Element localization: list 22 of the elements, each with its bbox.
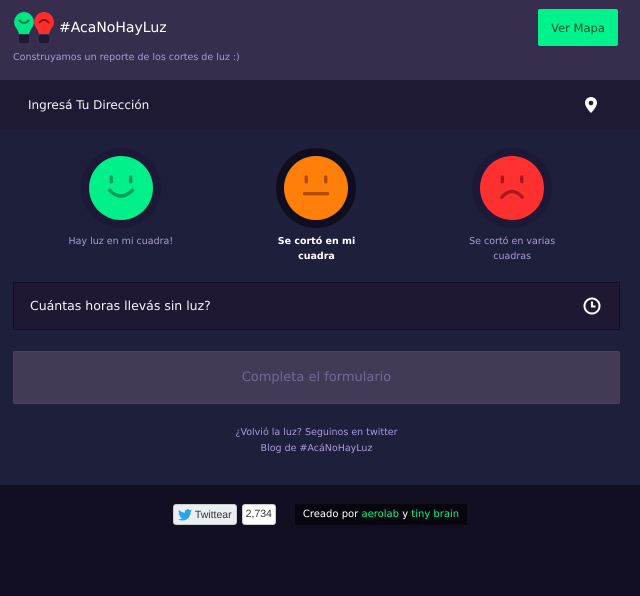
footer-link[interactable]: ¿Volvió la luz? Seguinos en twitter (235, 424, 398, 440)
bird-icon (178, 508, 192, 521)
map-button[interactable]: Ver Mapa (538, 9, 618, 46)
tweet-count: 2,734 (242, 504, 276, 526)
footer-link[interactable]: Blog de #AcáNoHayLuz (260, 440, 372, 456)
location-pin-icon (584, 96, 598, 114)
face-icon (480, 156, 544, 220)
mood-label: Se cortó en varias cuadras (468, 234, 556, 264)
credits-text: Creado por aerolab y tiny brain (294, 504, 468, 526)
clock-icon (583, 296, 601, 315)
site-subtitle: Construyamos un reporte de los cortes de luz :) (13, 52, 241, 63)
face-icon (284, 156, 348, 220)
address-field[interactable]: Ingresá Tu Dirección (0, 80, 640, 130)
bulbs-logo-icon (13, 10, 55, 44)
credit-link[interactable]: aerolab (361, 509, 400, 520)
site-title: #AcaNoHayLuz (59, 20, 167, 36)
credit-link[interactable]: tiny brain (411, 509, 460, 520)
face-icon (88, 156, 153, 220)
mood-label: Se cortó en mi cuadra (276, 234, 356, 264)
mood-label: Hay luz en mi cuadra! (67, 234, 174, 249)
tweet-button[interactable]: Twittear (172, 504, 237, 526)
hours-field[interactable]: Cuántas horas llevás sin luz? (13, 282, 620, 330)
